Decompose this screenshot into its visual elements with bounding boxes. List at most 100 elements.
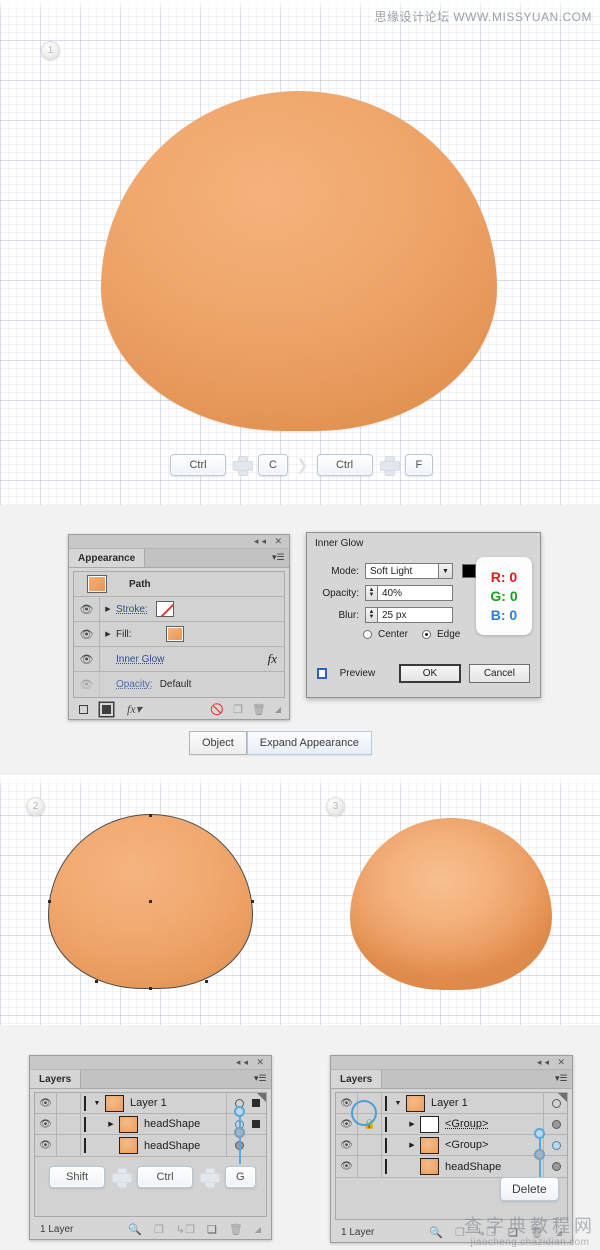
eye-icon-stroke[interactable]: 👁 <box>74 597 100 621</box>
lock-slot-group-2[interactable] <box>358 1135 382 1155</box>
eye-icon-layer1[interactable]: 👁 <box>35 1093 57 1113</box>
disclosure-triangle-stroke[interactable]: ▶ <box>100 605 116 613</box>
layer-name-group-2[interactable]: <Group> <box>445 1139 488 1151</box>
opacity-stepper[interactable]: ▲ ▼ <box>365 585 377 601</box>
new-fill-icon[interactable] <box>102 705 111 714</box>
preview-checkbox[interactable] <box>317 668 327 679</box>
key-f[interactable]: F <box>404 454 434 476</box>
radio-edge-label[interactable]: Edge <box>437 629 460 640</box>
expand-appearance-button[interactable]: Expand Appearance <box>246 731 372 755</box>
panel-menu-icon[interactable]: ▾☰ <box>272 553 285 563</box>
layers-left-collapse-close-icons[interactable]: ◂◂ ✕ <box>236 1057 267 1068</box>
object-menu-button[interactable]: Object <box>189 731 247 755</box>
tab-appearance[interactable]: Appearance <box>69 549 146 567</box>
group-2-target-column[interactable] <box>543 1135 567 1155</box>
eye-icon-r-headshape[interactable]: 👁 <box>336 1156 358 1177</box>
clear-appearance-icon[interactable]: 🚫 <box>210 703 224 716</box>
key-ctrl-group[interactable]: Ctrl <box>137 1166 193 1188</box>
appearance-row-stroke[interactable]: 👁 ▶ Stroke: <box>74 597 284 622</box>
layer-row-headshape-1[interactable]: 👁 ▶ headShape <box>35 1114 266 1135</box>
ok-button[interactable]: OK <box>399 664 461 683</box>
radio-center[interactable] <box>363 630 372 639</box>
target-indicator-r-headshape[interactable] <box>552 1162 561 1171</box>
layer-name-group-locked[interactable]: <Group> <box>445 1118 488 1130</box>
eye-icon-headshape-1[interactable]: 👁 <box>35 1114 57 1134</box>
target-indicator-group-locked[interactable] <box>552 1119 561 1129</box>
appearance-row-inner-glow[interactable]: 👁 Inner Glow fx <box>74 647 284 672</box>
lock-slot-r-headshape[interactable] <box>358 1156 382 1177</box>
layer-name-headshape-2[interactable]: headShape <box>144 1140 200 1152</box>
layer-name-layer1[interactable]: Layer 1 <box>130 1097 167 1109</box>
layer-row-r-headshape[interactable]: 👁 headShape <box>336 1156 567 1177</box>
cancel-button[interactable]: Cancel <box>468 664 530 683</box>
appearance-row-path[interactable]: Path <box>74 572 284 597</box>
new-stroke-icon[interactable] <box>79 705 88 714</box>
chevron-down-icon[interactable]: ▼ <box>438 564 452 578</box>
make-clipping-mask-icon[interactable]: ❐ <box>154 1223 164 1236</box>
resize-grip-icon[interactable]: ◢ <box>275 705 281 714</box>
stroke-label[interactable]: Stroke: <box>116 604 148 615</box>
eye-icon-inner-glow[interactable]: 👁 <box>74 647 100 671</box>
tab-layers-right[interactable]: Layers <box>331 1070 383 1088</box>
add-effect-fx-icon[interactable]: fx▾ <box>127 702 142 717</box>
disclosure-triangle-layer1[interactable]: ▼ <box>89 1100 105 1107</box>
eye-icon-headshape-2[interactable]: 👁 <box>35 1135 57 1156</box>
layer-row-headshape-2[interactable]: 👁 headShape <box>35 1135 266 1156</box>
mode-select[interactable]: Soft Light ▼ <box>365 563 453 579</box>
r-headshape-target-column[interactable] <box>543 1156 567 1177</box>
blur-stepper[interactable]: ▲ ▼ <box>365 607 377 623</box>
resize-grip-icon-left[interactable]: ◢ <box>255 1225 261 1234</box>
inner-glow-label[interactable]: Inner Glow <box>116 654 164 665</box>
locate-object-icon-right[interactable]: 🔍 <box>429 1226 443 1239</box>
key-ctrl-paste[interactable]: Ctrl <box>316 454 373 476</box>
opacity-label[interactable]: Opacity: <box>116 679 153 690</box>
appearance-row-fill[interactable]: 👁 ▶ Fill: <box>74 622 284 647</box>
disclosure-triangle-group-2[interactable]: ▶ <box>404 1141 420 1149</box>
lock-slot-headshape-1[interactable] <box>57 1114 81 1134</box>
delete-item-icon[interactable]: 🗑 <box>252 703 266 716</box>
fill-label[interactable]: Fill: <box>116 629 132 640</box>
disclosure-triangle-r-layer1[interactable]: ▼ <box>390 1100 406 1107</box>
headshape-2-target-column[interactable] <box>226 1135 266 1156</box>
opacity-input[interactable]: 40% <box>377 585 453 601</box>
group-locked-target-column[interactable] <box>543 1114 567 1134</box>
new-layer-icon[interactable]: ❑ <box>207 1223 217 1236</box>
radio-center-label[interactable]: Center <box>378 629 408 640</box>
key-ctrl-copy[interactable]: Ctrl <box>170 454 226 476</box>
duplicate-item-icon[interactable]: ❐ <box>233 703 243 716</box>
selection-square-headshape-1[interactable] <box>252 1120 260 1128</box>
layers-left-menu-icon[interactable]: ▾☰ <box>254 1074 267 1084</box>
preview-label[interactable]: Preview <box>340 668 376 679</box>
headshape-1-target-column[interactable] <box>226 1114 266 1134</box>
lock-slot-headshape-2[interactable] <box>57 1135 81 1156</box>
blur-input[interactable]: 25 px <box>377 607 453 623</box>
layer-name-r-layer1[interactable]: Layer 1 <box>431 1097 468 1109</box>
tab-layers-left[interactable]: Layers <box>30 1070 82 1088</box>
key-c[interactable]: C <box>258 454 288 476</box>
disclosure-triangle-fill[interactable]: ▶ <box>100 630 116 638</box>
target-indicator-group-2[interactable] <box>552 1140 561 1150</box>
locate-object-icon[interactable]: 🔍 <box>128 1223 142 1236</box>
collapse-close-icons[interactable]: ◂◂ ✕ <box>254 536 285 547</box>
key-shift[interactable]: Shift <box>49 1166 105 1188</box>
lock-slot-layer1[interactable] <box>57 1093 81 1113</box>
disclosure-triangle-group-locked[interactable]: ▶ <box>404 1120 420 1128</box>
key-g[interactable]: G <box>225 1166 256 1188</box>
stroke-swatch-none-icon[interactable] <box>155 601 174 617</box>
layers-right-menu-icon[interactable]: ▾☰ <box>555 1074 568 1084</box>
delete-layer-icon[interactable]: 🗑 <box>229 1223 243 1236</box>
eye-icon-opacity[interactable]: 👁 <box>74 672 100 697</box>
eye-icon-group-2[interactable]: 👁 <box>336 1135 358 1155</box>
eye-icon-fill[interactable]: 👁 <box>74 622 100 646</box>
layers-right-collapse-close-icons[interactable]: ◂◂ ✕ <box>537 1057 568 1068</box>
release-sublayer-icon[interactable]: ↳❐ <box>176 1223 195 1236</box>
layer-name-headshape-1[interactable]: headShape <box>144 1118 200 1130</box>
disclosure-triangle-headshape-1[interactable]: ▶ <box>103 1120 119 1128</box>
layer-row-layer1[interactable]: 👁 ▼ Layer 1 <box>35 1093 266 1114</box>
delete-button[interactable]: Delete <box>500 1177 559 1201</box>
glow-color-swatch[interactable] <box>462 564 476 578</box>
radio-edge[interactable] <box>422 630 432 639</box>
fill-swatch[interactable] <box>165 626 184 642</box>
layer-row-group-2[interactable]: 👁 ▶ <Group> <box>336 1135 567 1156</box>
layer-name-r-headshape[interactable]: headShape <box>445 1161 501 1173</box>
